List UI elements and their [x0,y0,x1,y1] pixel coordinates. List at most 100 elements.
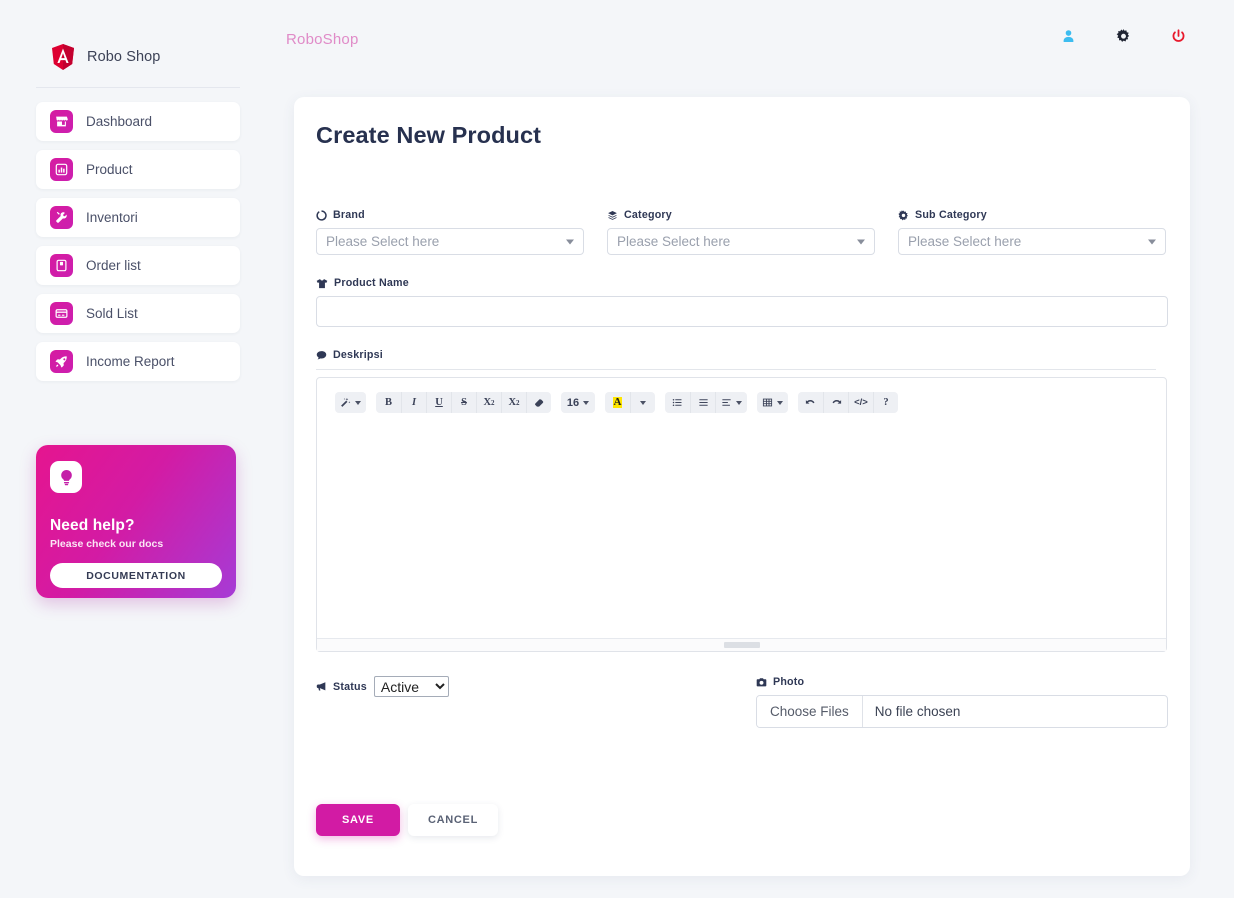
category-field: Category Please Select here [607,209,875,255]
align-left-icon[interactable] [715,392,747,413]
category-label-text: Category [624,209,672,221]
topbar: RoboShop [276,0,1234,82]
font-size-value: 16 [566,396,580,409]
sidebar-nav: Dashboard Product Inventori Order list S… [36,102,240,389]
toolbar-group-color: A [605,392,655,413]
italic-icon[interactable]: I [401,392,426,413]
rocket-icon [50,350,73,373]
status-field: Status Active Inactive [316,676,756,697]
subscript-icon[interactable]: X2 [501,392,526,413]
photo-label: Photo [756,676,1168,688]
table-icon[interactable] [757,392,788,413]
chevron-down-icon [566,239,574,244]
help-title: Need help? [50,517,135,534]
sub-category-label: Sub Category [898,209,1166,221]
editor-resize-handle[interactable] [317,638,1166,651]
choose-files-button[interactable]: Choose Files [757,696,863,727]
deskripsi-field: Deskripsi B I U S X 2 X 2 16 A </> ? [316,349,1168,652]
status-photo-row: Status Active Inactive Photo [316,676,1168,728]
camera-icon [756,677,767,688]
undo-icon[interactable] [798,392,823,413]
sidebar-item-label: Income Report [86,354,175,369]
brand-select[interactable]: Please Select here [316,228,584,255]
toolbar-group-misc: </> ? [798,392,898,413]
brand[interactable]: Robo Shop [0,0,276,71]
page-title: Create New Product [316,122,542,148]
create-product-form: Brand Please Select here Category Please… [316,209,1168,728]
redo-icon[interactable] [823,392,848,413]
sidebar-item-label: Product [86,162,133,177]
deskripsi-divider [316,369,1156,370]
documentation-button[interactable]: DOCUMENTATION [50,563,222,588]
status-label: Status [316,681,367,693]
code-view-icon[interactable]: </> [848,392,873,413]
sidebar-item-product[interactable]: Product [36,150,240,189]
editor-toolbar: B I U S X2 X2 16 A </> ? [317,378,1166,413]
bullhorn-icon [316,681,327,692]
product-name-input[interactable] [316,296,1168,327]
category-select[interactable]: Please Select here [607,228,875,255]
help-subtitle: Please check our docs [50,538,164,550]
ordered-list-icon[interactable] [690,392,715,413]
superscript-icon[interactable]: X2 [476,392,501,413]
cog-icon [898,209,909,221]
rich-text-editor: B I U S X2 X2 16 A </> ? [316,377,1167,652]
selects-row: Brand Please Select here Category Please… [316,209,1168,255]
angular-shield-icon [50,43,76,71]
toolbar-group-fontsize: 16 [561,392,595,413]
help-card: Need help? Please check our docs DOCUMEN… [36,445,236,598]
brand-select-value: Please Select here [326,234,440,249]
lightbulb-icon [50,461,82,493]
sidebar-item-income-report[interactable]: Income Report [36,342,240,381]
sub-category-select[interactable]: Please Select here [898,228,1166,255]
magic-wand-icon[interactable] [335,392,366,413]
power-icon[interactable] [1171,29,1186,44]
font-color-icon[interactable]: A [605,392,630,413]
sidebar-item-label: Dashboard [86,114,153,129]
sub-category-field: Sub Category Please Select here [898,209,1166,255]
photo-field: Photo Choose Files No file chosen [756,676,1168,728]
category-label: Category [607,209,875,221]
photo-label-text: Photo [773,676,805,688]
product-name-label: Product Name [316,277,1168,289]
book-icon [50,254,73,277]
color-dropdown-icon[interactable] [630,392,655,413]
eraser-icon[interactable] [526,392,551,413]
form-actions: SAVE CANCEL [316,804,498,836]
brand-label: Brand [316,209,584,221]
store-icon [50,110,73,133]
save-button[interactable]: SAVE [316,804,400,836]
help-icon[interactable]: ? [873,392,898,413]
photo-file-input[interactable]: Choose Files No file chosen [756,695,1168,728]
toolbar-group-table [757,392,788,413]
gear-icon[interactable] [1116,29,1131,44]
bold-icon[interactable]: B [376,392,401,413]
credit-card-icon [50,302,73,325]
sidebar-item-dashboard[interactable]: Dashboard [36,102,240,141]
toolbar-group-style [335,392,366,413]
sidebar-divider [36,87,240,88]
toolbar-group-paragraph [665,392,747,413]
product-name-field: Product Name [316,277,1168,327]
category-select-value: Please Select here [617,234,731,249]
chevron-down-icon [857,239,865,244]
deskripsi-label: Deskripsi [316,349,1168,361]
unordered-list-icon[interactable] [665,392,690,413]
sidebar-item-order-list[interactable]: Order list [36,246,240,285]
cancel-button[interactable]: CANCEL [407,804,498,836]
sidebar-item-inventori[interactable]: Inventori [36,198,240,237]
chart-bar-icon [50,158,73,181]
chevron-down-icon [1148,239,1156,244]
underline-icon[interactable]: U [426,392,451,413]
status-select[interactable]: Active Inactive [373,676,449,697]
font-size-icon[interactable]: 16 [561,392,595,413]
tshirt-icon [316,278,328,289]
sidebar-item-sold-list[interactable]: Sold List [36,294,240,333]
font-color-letter: A [612,396,623,408]
sub-category-select-value: Please Select here [908,234,1022,249]
strikethrough-icon[interactable]: S [451,392,476,413]
user-icon[interactable] [1061,29,1076,44]
circle-notch-icon [316,209,327,221]
file-name-text: No file chosen [874,704,961,719]
topbar-actions [1061,29,1186,44]
